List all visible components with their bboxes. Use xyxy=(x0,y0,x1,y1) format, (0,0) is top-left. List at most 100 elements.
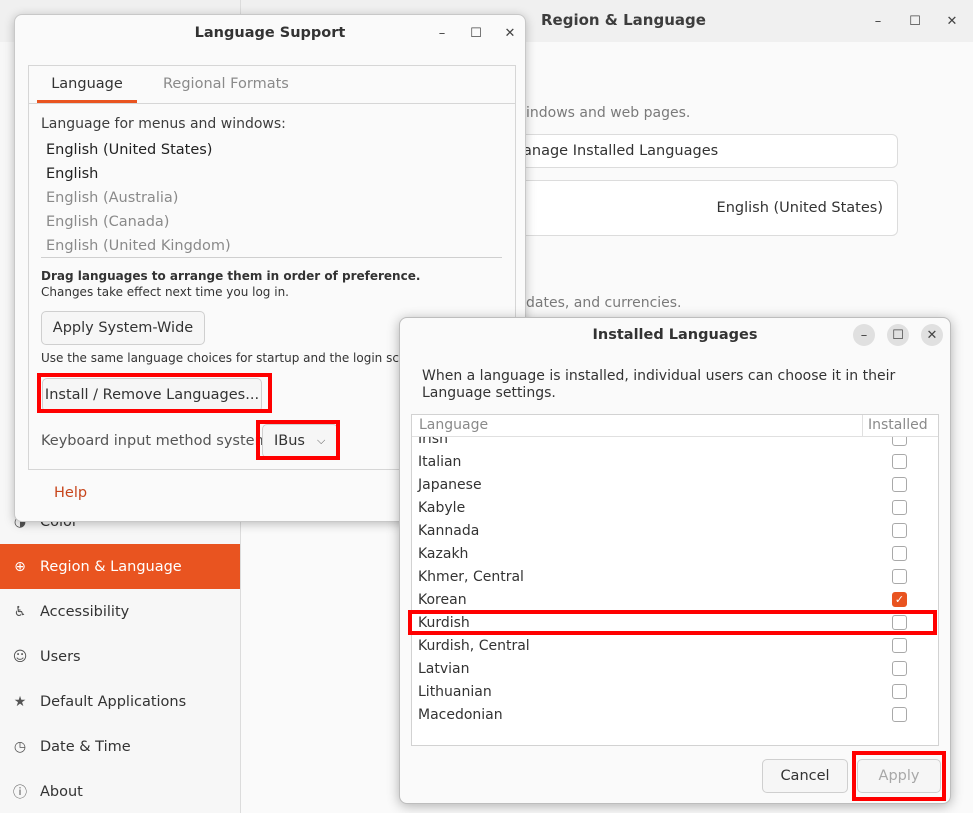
list-item[interactable]: Kazakh xyxy=(412,542,938,565)
list-item[interactable]: Macedonian xyxy=(412,703,938,726)
installed-checkbox[interactable] xyxy=(892,500,907,515)
list-item[interactable]: Italian xyxy=(412,450,938,473)
language-name: Kabyle xyxy=(418,499,466,516)
languages-list: Language Installed Interlingua (Internat… xyxy=(411,414,939,746)
highlight-apply-button xyxy=(852,751,946,801)
language-item[interactable]: English (Canada) xyxy=(46,214,169,230)
close-icon[interactable]: ✕ xyxy=(499,22,521,44)
installed-checkbox[interactable] xyxy=(892,523,907,538)
minimize-icon[interactable]: – xyxy=(853,324,875,346)
column-installed[interactable]: Installed xyxy=(868,417,928,433)
maximize-icon[interactable]: ☐ xyxy=(887,324,909,346)
highlight-korean-row xyxy=(408,610,937,635)
language-description: indows and web pages. xyxy=(526,105,691,121)
tab-label: Regional Formats xyxy=(163,76,289,92)
list-item[interactable]: Korean ✓ xyxy=(412,588,938,611)
list-item[interactable]: Kabyle xyxy=(412,496,938,519)
maximize-icon[interactable]: ☐ xyxy=(904,10,926,32)
installed-languages-dialog: Installed Languages – ☐ ✕ When a languag… xyxy=(399,317,951,804)
keyboard-input-label: Keyboard input method system: xyxy=(41,433,274,449)
language-name: Lithuanian xyxy=(418,683,492,700)
list-header: Language Installed xyxy=(412,415,938,437)
effect-hint: Changes take effect next time you log in… xyxy=(41,285,289,299)
tab-label: Language xyxy=(51,76,123,92)
list-item[interactable]: Lithuanian xyxy=(412,680,938,703)
accessibility-icon: ♿ xyxy=(13,603,27,620)
sidebar-item-label: Users xyxy=(40,648,81,665)
installed-checkbox[interactable] xyxy=(892,638,907,653)
language-name: Kazakh xyxy=(418,545,469,562)
installed-checkbox[interactable] xyxy=(892,546,907,561)
sidebar-item-label: Accessibility xyxy=(40,603,130,620)
installed-checkbox-checked[interactable]: ✓ xyxy=(892,592,907,607)
users-icon: ☺ xyxy=(12,648,28,665)
language-name: Macedonian xyxy=(418,706,503,723)
language-value: English (United States) xyxy=(716,200,883,216)
settings-title: Region & Language xyxy=(541,11,706,29)
list-item[interactable]: Khmer, Central xyxy=(412,565,938,588)
tab-divider xyxy=(29,103,515,104)
cancel-button[interactable]: Cancel xyxy=(762,759,848,793)
close-icon[interactable]: ✕ xyxy=(921,324,943,346)
drag-hint: Drag languages to arrange them in order … xyxy=(41,269,421,283)
button-label: Cancel xyxy=(780,768,830,784)
language-name: Korean xyxy=(418,591,467,608)
sidebar-item-label: Date & Time xyxy=(40,738,131,755)
list-item[interactable]: Kurdish, Central xyxy=(412,634,938,657)
scrollbar[interactable] xyxy=(935,439,938,739)
sidebar-item-label: Default Applications xyxy=(40,693,187,710)
installed-checkbox[interactable] xyxy=(892,454,907,469)
list-item[interactable]: Japanese xyxy=(412,473,938,496)
column-language[interactable]: Language xyxy=(419,417,488,433)
installed-checkbox[interactable] xyxy=(892,569,907,584)
dialog-intro: When a language is installed, individual… xyxy=(422,368,896,401)
language-name: Latvian xyxy=(418,660,470,677)
sidebar-item-label: Region & Language xyxy=(40,558,182,575)
star-icon: ★ xyxy=(13,693,27,710)
formats-description: dates, and currencies. xyxy=(526,295,682,311)
language-item[interactable]: English (United Kingdom) xyxy=(46,238,231,254)
installed-checkbox[interactable] xyxy=(892,707,907,722)
globe-icon: ⊕ xyxy=(14,558,26,575)
installed-checkbox[interactable] xyxy=(892,684,907,699)
installed-checkbox[interactable] xyxy=(892,477,907,492)
sidebar-item-users[interactable]: ☺ Users xyxy=(0,634,240,679)
sidebar-item-date-time[interactable]: ◷ Date & Time xyxy=(0,724,240,769)
sidebar-item-region-language[interactable]: ⊕ Region & Language xyxy=(0,544,240,589)
minimize-icon[interactable]: – xyxy=(867,10,889,32)
clock-icon: ◷ xyxy=(13,738,27,755)
button-label: Apply System-Wide xyxy=(52,320,194,336)
menus-label: Language for menus and windows: xyxy=(41,116,286,132)
language-item[interactable]: English (Australia) xyxy=(46,190,178,206)
help-link[interactable]: Help xyxy=(54,485,87,501)
language-item[interactable]: English xyxy=(46,166,98,182)
manage-languages-label: anage Installed Languages xyxy=(523,143,719,159)
language-item[interactable]: English (United States) xyxy=(46,142,212,158)
tab-language[interactable]: Language xyxy=(37,76,137,103)
language-name: Khmer, Central xyxy=(418,568,524,585)
highlight-install-remove xyxy=(37,373,272,413)
column-separator xyxy=(862,415,863,437)
minimize-icon[interactable]: – xyxy=(431,22,453,44)
language-name: Kannada xyxy=(418,522,480,539)
info-icon: ⓘ xyxy=(13,784,27,801)
language-name: Kurdish, Central xyxy=(418,637,530,654)
apply-system-wide-button[interactable]: Apply System-Wide xyxy=(41,311,205,345)
list-item[interactable]: Latvian xyxy=(412,657,938,680)
list-divider xyxy=(41,257,502,258)
language-name: Italian xyxy=(418,453,462,470)
maximize-icon[interactable]: ☐ xyxy=(465,22,487,44)
tab-regional-formats[interactable]: Regional Formats xyxy=(163,76,303,103)
sidebar-item-default-applications[interactable]: ★ Default Applications xyxy=(0,679,240,724)
language-row[interactable]: English (United States) xyxy=(500,180,898,236)
sidebar-item-about[interactable]: ⓘ About xyxy=(0,769,240,813)
installed-checkbox[interactable] xyxy=(892,661,907,676)
system-wide-hint: Use the same language choices for startu… xyxy=(41,351,430,365)
list-rows: Interlingua (International Auxiliary Lan… xyxy=(412,415,938,745)
list-item[interactable]: Kannada xyxy=(412,519,938,542)
sidebar-item-label: About xyxy=(40,783,83,800)
manage-languages-row[interactable]: anage Installed Languages xyxy=(500,134,898,168)
language-name: Japanese xyxy=(418,476,482,493)
close-icon[interactable]: ✕ xyxy=(941,10,963,32)
sidebar-item-accessibility[interactable]: ♿ Accessibility xyxy=(0,589,240,634)
